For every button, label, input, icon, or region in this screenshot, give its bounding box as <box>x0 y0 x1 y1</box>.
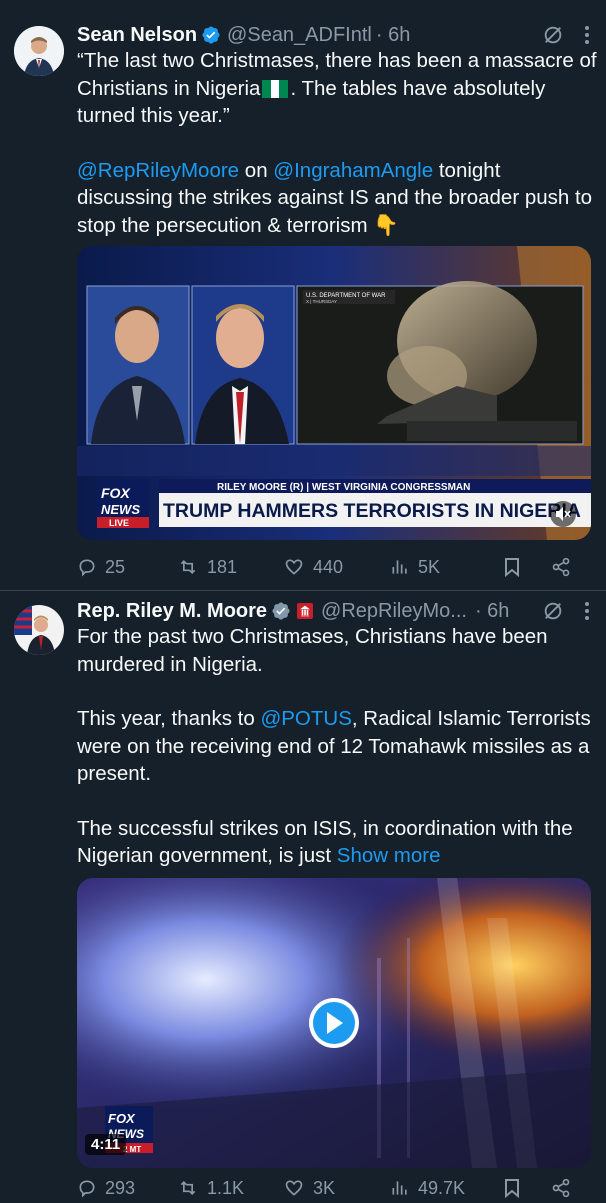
heart-icon <box>285 559 303 575</box>
mention-link[interactable]: @IngrahamAngle <box>273 159 433 182</box>
lower-third-caption: RILEY MOORE (R) | WEST VIRGINIA CONGRESS… <box>217 482 470 493</box>
like-count: 3K <box>313 1177 336 1198</box>
share-icon[interactable] <box>551 1178 571 1198</box>
paragraph: For the past two Christmases, Christians… <box>77 625 548 676</box>
text-fragment: on <box>239 158 274 182</box>
video-duration: 4:11 <box>85 1134 127 1155</box>
nigeria-flag-icon <box>262 79 289 98</box>
views-chart-icon <box>392 560 407 574</box>
video-frame: U.S. DEPARTMENT OF WAR X | THURSDAY RILE… <box>77 246 591 540</box>
author-handle[interactable]: @Sean_ADFIntl <box>227 24 372 47</box>
share-icon[interactable] <box>551 557 571 577</box>
reply-icon <box>79 559 95 577</box>
author-name[interactable]: Sean Nelson <box>77 24 197 47</box>
mention-link[interactable]: @POTUS <box>260 707 351 730</box>
author-name[interactable]: Rep. Riley M. Moore <box>77 600 267 623</box>
reply-button[interactable]: 25 <box>77 557 177 578</box>
timestamp[interactable]: · 6h <box>475 600 509 623</box>
show-more-link[interactable]: Show more <box>337 844 441 867</box>
government-affiliation-icon <box>297 603 314 619</box>
more-options-icon[interactable] <box>584 25 590 45</box>
views-chart-icon <box>392 1181 407 1195</box>
fox-logo-top: FOX <box>101 485 131 501</box>
repost-icon <box>180 1180 196 1196</box>
fox-logo-bottom: NEWS <box>101 502 140 517</box>
tweet-2[interactable]: Rep. Riley M. Moore @RepRileyMo... · 6h … <box>0 591 606 1200</box>
views-count: 5K <box>418 556 441 577</box>
mute-icon[interactable] <box>554 505 572 523</box>
mention-link[interactable]: @RepRileyMoore <box>77 159 239 182</box>
video-media[interactable]: U.S. DEPARTMENT OF WAR X | THURSDAY RILE… <box>77 246 591 540</box>
bookmark-icon[interactable] <box>503 1178 521 1198</box>
play-button[interactable] <box>309 998 359 1048</box>
repost-icon <box>180 559 196 575</box>
tweet-text: “The last two Christmases, there has bee… <box>77 47 597 239</box>
live-badge: LIVE <box>109 518 129 528</box>
author-handle[interactable]: @RepRileyMo... <box>321 600 467 623</box>
reply-count: 25 <box>105 556 126 577</box>
source-sub: X | THURSDAY <box>306 299 337 304</box>
reply-icon <box>79 1180 95 1198</box>
like-count: 440 <box>313 556 344 577</box>
verified-badge-icon <box>202 26 220 44</box>
views-button[interactable]: 5K <box>390 557 498 578</box>
timestamp[interactable]: · 6h <box>376 24 410 47</box>
text-fragment: The successful strikes on ISIS, in coord… <box>77 816 573 868</box>
fox-logo-top: FOX <box>108 1111 136 1126</box>
avatar[interactable] <box>14 605 64 655</box>
avatar[interactable] <box>14 26 64 76</box>
more-options-icon[interactable] <box>584 601 590 621</box>
heart-icon <box>285 1180 303 1196</box>
reply-button[interactable]: 293 <box>77 1178 177 1199</box>
repost-button[interactable]: 1.1K <box>177 1178 283 1199</box>
text-fragment: This year, thanks to <box>77 707 261 730</box>
views-button[interactable]: 49.7K <box>390 1178 498 1199</box>
reply-count: 293 <box>105 1177 136 1198</box>
views-count: 49.7K <box>418 1177 466 1198</box>
video-media[interactable]: FOX NEWS 2 MT 4:11 <box>77 878 591 1168</box>
repost-count: 1.1K <box>207 1177 245 1198</box>
tweet-text: For the past two Christmases, Christians… <box>77 623 597 870</box>
grok-icon[interactable] <box>542 24 564 46</box>
verified-badge-icon <box>272 602 290 620</box>
headline-banner: TRUMP HAMMERS TERRORISTS IN NIGERIA <box>163 500 581 522</box>
like-button[interactable]: 3K <box>283 1178 390 1199</box>
tweet-1[interactable]: Sean Nelson @Sean_ADFIntl · 6h “The last… <box>0 0 606 590</box>
grok-icon[interactable] <box>542 600 564 622</box>
repost-count: 181 <box>207 556 238 577</box>
repost-button[interactable]: 181 <box>177 557 283 578</box>
bookmark-icon[interactable] <box>503 557 521 577</box>
point-down-emoji: 👇 <box>373 213 399 237</box>
like-button[interactable]: 440 <box>283 557 390 578</box>
